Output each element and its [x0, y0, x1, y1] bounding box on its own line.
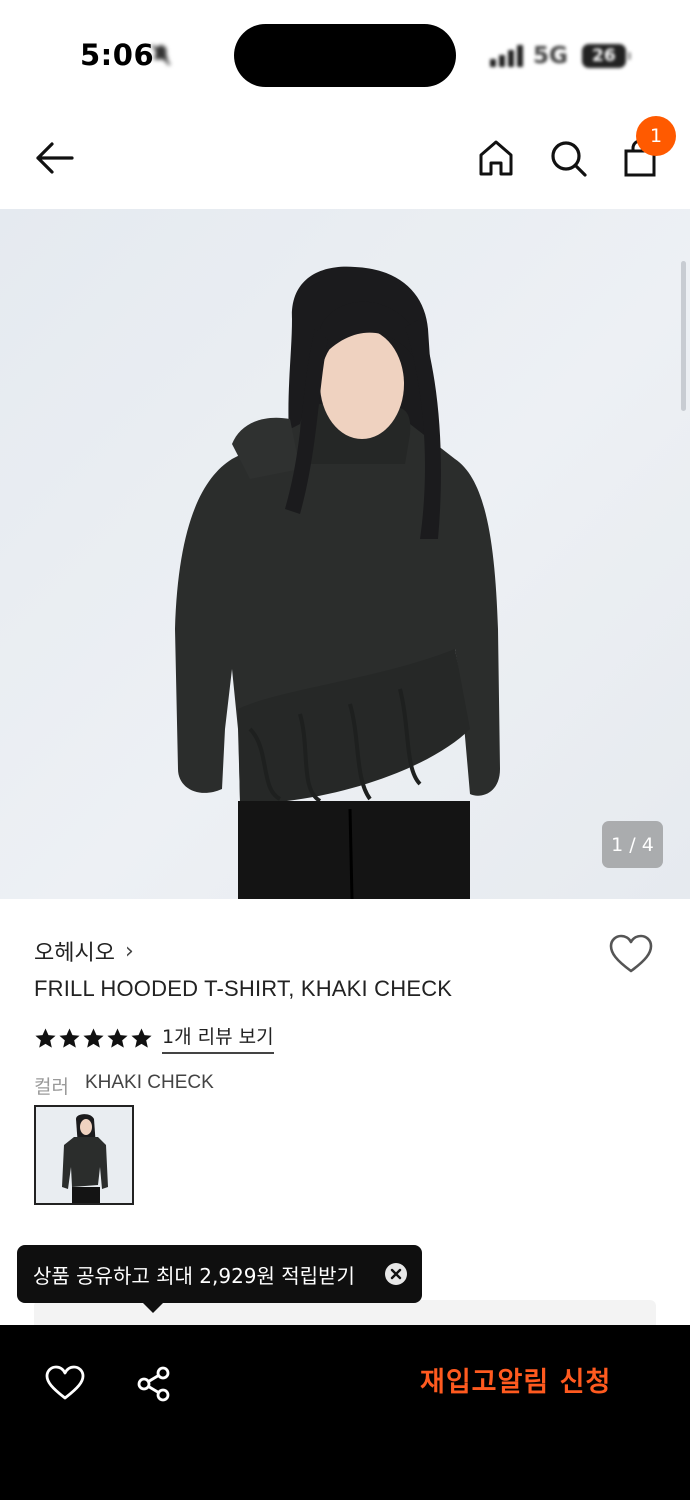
product-title: FRILL HOODED T-SHIRT, KHAKI CHECK	[34, 976, 453, 1001]
swatch-thumbnail	[62, 1114, 108, 1203]
bottom-action-bar: 재입고알림 신청	[0, 1325, 690, 1500]
cart-count-badge: 1	[636, 116, 676, 156]
battery-icon: 26	[581, 44, 631, 68]
share-icon[interactable]	[135, 1365, 173, 1403]
star-icon	[59, 1027, 80, 1048]
signal-icon	[490, 45, 523, 67]
scroll-indicator	[681, 261, 686, 411]
close-icon[interactable]	[385, 1263, 407, 1285]
x-glyph	[390, 1268, 402, 1280]
status-time: 5:06	[80, 38, 155, 72]
rating-row: 1개 리뷰 보기	[34, 1022, 274, 1054]
bell-slash-icon	[151, 44, 171, 66]
tooltip-text: 상품 공유하고 최대 2,929원 적립받기	[33, 1263, 355, 1288]
heart-icon[interactable]	[608, 933, 654, 975]
review-link[interactable]: 1개 리뷰 보기	[162, 1022, 274, 1054]
network-label: 5G	[533, 43, 568, 69]
product-image[interactable]: 1 / 4	[0, 209, 690, 899]
star-icon	[35, 1027, 56, 1048]
brand-link[interactable]: 오헤시오 ›	[34, 935, 134, 967]
arrow-left-icon[interactable]	[32, 136, 76, 180]
share-reward-tooltip: 상품 공유하고 최대 2,929원 적립받기	[17, 1245, 422, 1313]
top-nav	[0, 108, 690, 208]
color-option-khaki-check[interactable]	[34, 1105, 134, 1205]
color-row: 컬러 KHAKI CHECK	[34, 1072, 214, 1099]
battery-level: 26	[592, 46, 616, 66]
star-icon	[131, 1027, 152, 1048]
chevron-right-icon: ›	[124, 938, 134, 964]
star-icon	[83, 1027, 104, 1048]
brand-name: 오헤시오	[34, 941, 115, 966]
home-icon[interactable]	[474, 136, 518, 180]
color-value: KHAKI CHECK	[84, 1072, 214, 1093]
model-photo	[175, 266, 500, 899]
restock-alert-button[interactable]: 재입고알림 신청	[420, 1360, 611, 1399]
color-label: 컬러	[34, 1076, 69, 1098]
dynamic-island	[234, 24, 456, 87]
image-page-counter: 1 / 4	[602, 821, 663, 868]
heart-icon[interactable]	[45, 1365, 85, 1401]
status-bar: 5:06 5G 26	[0, 0, 690, 105]
star-icon	[107, 1027, 128, 1048]
status-indicators: 5G 26	[490, 40, 631, 72]
search-icon[interactable]	[546, 136, 590, 180]
